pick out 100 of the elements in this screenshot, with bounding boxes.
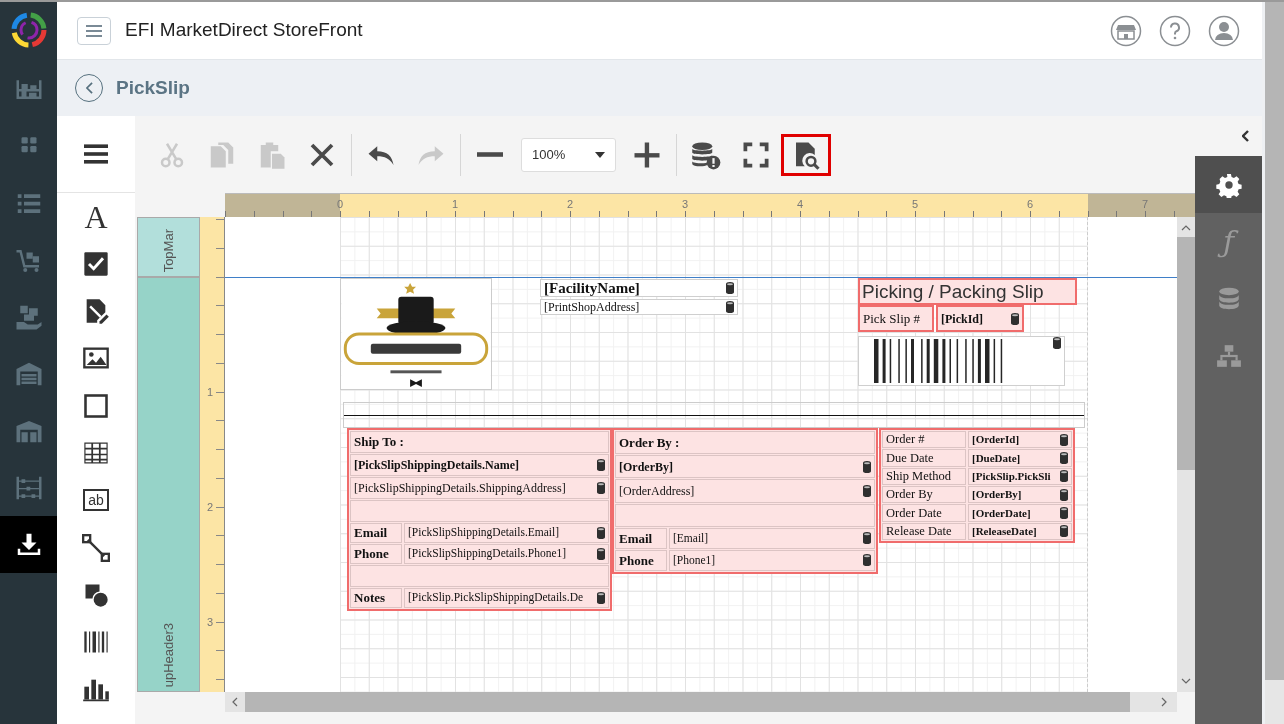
report-field[interactable]: [OrderAddress] — [615, 479, 875, 503]
report-field[interactable]: [PickSlip.PickSli — [968, 467, 1072, 485]
report-table[interactable]: Order # [OrderId] Due Date [DueDate] Ship Method [PickSlip.PickSli Order By [OrderBy] Order Date [OrderDate] Release Date [ReleaseDate] — [879, 428, 1075, 543]
report-field[interactable]: [PrintShopAddress] — [540, 299, 738, 315]
report-field[interactable]: [DueDate] — [968, 449, 1072, 467]
ruler-number: 6 — [1026, 197, 1034, 212]
caret-icon — [595, 151, 605, 158]
field-expression: [OrderDate] — [972, 505, 1031, 521]
report-field[interactable]: [OrderBy] — [968, 486, 1072, 504]
barcode-control[interactable] — [858, 336, 1065, 386]
menu-icon — [86, 24, 102, 37]
help-icon[interactable] — [1159, 14, 1191, 47]
chevron-left-icon — [1241, 130, 1249, 142]
line-icon — [82, 533, 110, 562]
page-scrollbar[interactable] — [1262, 2, 1284, 724]
panel-heading: Ship To : — [350, 431, 609, 453]
report-field[interactable]: [PickId] — [936, 305, 1024, 332]
vertical-scrollbar[interactable] — [1177, 217, 1195, 692]
ruler-number: 0 — [336, 197, 344, 212]
field-expression: [FacilityName] — [544, 278, 640, 298]
ruler-number: 1 — [451, 197, 459, 212]
field-label: Phone — [350, 544, 402, 564]
report-field[interactable]: [OrderId] — [968, 431, 1072, 449]
field-label: Order # — [882, 431, 966, 449]
scroll-left-icon[interactable] — [230, 697, 240, 707]
settings-icon — [1215, 171, 1242, 198]
field-expression: [ReleaseDate] — [972, 524, 1037, 540]
page-title: PickSlip — [116, 75, 190, 100]
report-field[interactable]: [ReleaseDate] — [968, 522, 1072, 540]
scrollbar-thumb[interactable] — [1177, 237, 1195, 470]
square-icon — [82, 391, 110, 420]
report-field[interactable]: [FacilityName] — [540, 279, 738, 297]
ruler-number: 5 — [911, 197, 919, 212]
report-field[interactable]: [Email] — [669, 527, 875, 549]
toolbox-item[interactable]: A — [78, 198, 114, 235]
ruler-number: 7 — [1141, 197, 1149, 212]
band-label[interactable]: upHeader3 — [137, 277, 200, 692]
report-field[interactable]: [OrderBy] — [615, 455, 875, 479]
field-expression: [PrintShopAddress] — [544, 299, 640, 316]
field-label: Release Date — [882, 522, 966, 540]
report-field[interactable]: [OrderDate] — [968, 504, 1072, 522]
back-icon — [85, 82, 93, 94]
field-expression: [PickSlip.PickSlipShippingDetails.De — [408, 590, 584, 606]
menu-button[interactable] — [77, 16, 111, 45]
field-expression: [PickSlip.PickSli — [972, 469, 1051, 485]
field-expression: [OrderId] — [972, 432, 1020, 448]
field-label: Ship Method — [882, 467, 966, 485]
checkbox-icon — [82, 249, 110, 278]
report-title[interactable]: Picking / Packing Slip — [858, 278, 1077, 305]
hierarchy-icon — [1215, 342, 1242, 369]
report-field[interactable]: [PickSlipShippingDetails.ShippingAddress] — [350, 477, 609, 499]
scroll-down-icon[interactable] — [1181, 676, 1191, 686]
report-field[interactable]: [PickSlipShippingDetails.Phone1] — [404, 544, 609, 564]
zoom-select[interactable]: 100% — [521, 137, 616, 172]
field-expression: [OrderBy] — [972, 487, 1022, 503]
ruler-number: 1 — [207, 384, 214, 400]
user-icon[interactable] — [1208, 14, 1240, 47]
field-expression: [PickId] — [941, 310, 983, 328]
field-label: Notes — [350, 588, 402, 608]
report-field[interactable]: [PickSlipShippingDetails.Name] — [350, 454, 609, 476]
field-label: Email — [350, 523, 402, 543]
menu-icon — [84, 143, 108, 164]
field-expression: [Email] — [673, 530, 709, 546]
field-expression: [PickSlipShippingDetails.Name] — [354, 457, 520, 474]
scrollbar-thumb[interactable] — [1265, 2, 1284, 680]
field-expression: [OrderBy] — [619, 458, 673, 476]
field-label: Phone — [615, 549, 667, 572]
field-expression: [DueDate] — [972, 450, 1021, 466]
field-expression: [PickSlipShippingDetails.Email] — [408, 525, 560, 541]
field-expression: [OrderAddress] — [619, 482, 695, 500]
ruler-number: 3 — [681, 197, 689, 212]
report-field[interactable]: [PickSlip.PickSlipShippingDetails.De — [404, 588, 609, 608]
field-expression: [Phone1] — [673, 552, 716, 568]
ruler-number: 2 — [566, 197, 574, 212]
report-field[interactable]: [Phone1] — [669, 549, 875, 572]
ruler-number: 3 — [207, 614, 214, 630]
field-label[interactable]: Pick Slip # — [858, 305, 934, 332]
toolbox-item[interactable]: ab — [83, 489, 109, 512]
toolbar-button[interactable] — [781, 133, 831, 176]
ruler-number: 2 — [207, 499, 214, 515]
zoom-out-icon — [477, 152, 503, 157]
nav-item[interactable] — [0, 516, 57, 573]
field-label: Email — [615, 527, 667, 549]
store-icon[interactable] — [1110, 14, 1142, 47]
line-control[interactable] — [343, 402, 1085, 428]
report-panel[interactable]: Order By : [OrderBy] [OrderAddress] Email [Email] Phone [Phone1] — [612, 428, 878, 574]
ruler-number: 4 — [796, 197, 804, 212]
field-expression: [PickSlipShippingDetails.Phone1] — [408, 546, 567, 562]
field-label: Order Date — [882, 504, 966, 522]
panel-tab[interactable] — [1195, 156, 1262, 213]
band-label[interactable]: TopMar — [137, 217, 200, 277]
app-title: EFI MarketDirect StoreFront — [125, 18, 363, 43]
field-expression: [PickSlipShippingDetails.ShippingAddress] — [354, 480, 566, 497]
scroll-up-icon[interactable] — [1181, 223, 1191, 233]
report-field[interactable]: [PickSlipShippingDetails.Email] — [404, 523, 609, 543]
field-label: Order By — [882, 486, 966, 504]
field-label: Due Date — [882, 449, 966, 467]
panel-heading: Order By : — [615, 431, 875, 455]
scroll-right-icon[interactable] — [1159, 697, 1169, 707]
report-panel[interactable] — [347, 428, 612, 611]
